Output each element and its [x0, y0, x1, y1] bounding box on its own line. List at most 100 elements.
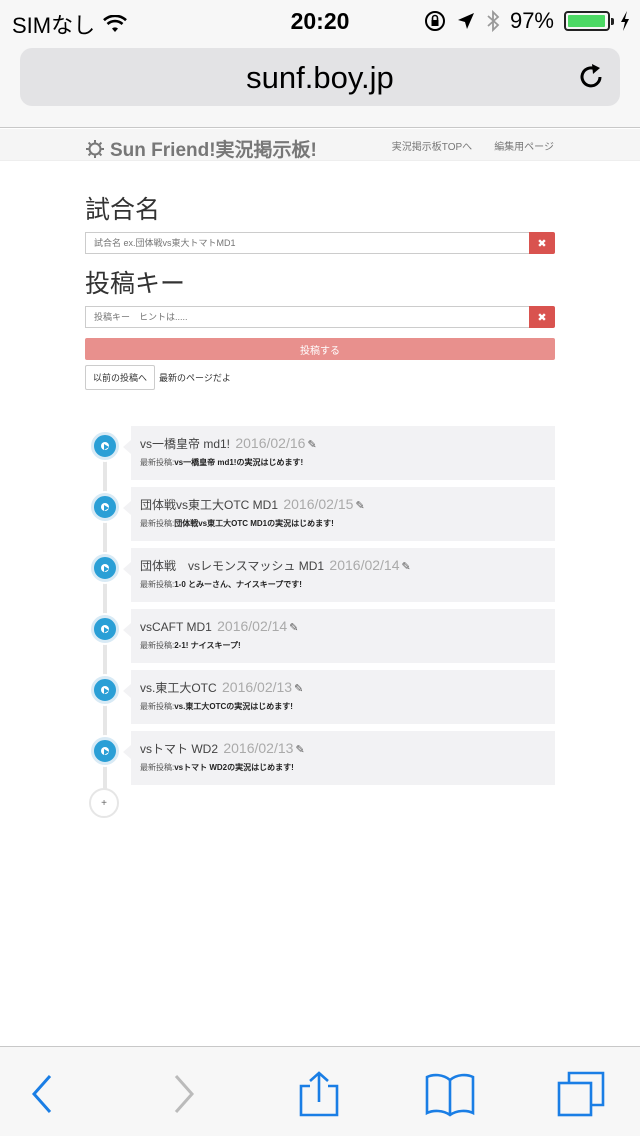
timeline-title-row: vs.東工大OTC 2016/02/13 ✎ — [140, 679, 303, 696]
timeline-card[interactable]: 団体戦vs東工大OTC MD1 2016/02/15 ✎ 最新投稿:団体戦vs東工大… — [123, 487, 555, 541]
edit-icon[interactable]: ✎ — [355, 500, 364, 512]
browser-toolbar — [0, 1046, 640, 1136]
match-date: 2016/02/13 — [223, 740, 294, 756]
timeline-item[interactable]: vsトマト WD2 2016/02/13 ✎ 最新投稿:vsトマト WD2の実況はじ… — [85, 731, 555, 791]
play-circle-icon[interactable] — [91, 615, 119, 643]
match-date: 2016/02/15 — [283, 496, 354, 512]
timeline-item[interactable]: 団体戦vs東工大OTC MD1 2016/02/15 ✎ 最新投稿:団体戦vs東工大… — [85, 487, 555, 547]
match-date: 2016/02/13 — [222, 679, 293, 695]
battery-percent: 97% — [509, 8, 554, 33]
latest-post-prefix: 最新投稿: — [140, 458, 175, 467]
share-icon[interactable] — [294, 1071, 344, 1117]
timeline-card[interactable]: vs.東工大OTC 2016/02/13 ✎ 最新投稿:vs.東工大OTCの実況はじ… — [123, 670, 555, 724]
post-key-clear-button[interactable]: ✖ — [529, 306, 555, 328]
play-arrow-icon — [104, 627, 109, 633]
location-icon — [457, 13, 474, 29]
match-title[interactable]: 団体戦vs東工大OTC MD1 — [140, 498, 278, 512]
edit-icon[interactable]: ✎ — [402, 561, 411, 573]
match-title[interactable]: vs一橋皇帝 md1! — [140, 437, 230, 451]
play-arrow-icon — [104, 505, 109, 511]
latest-post-text: vs一橋皇帝 md1!の実況はじめます! — [174, 458, 304, 467]
post-key-input[interactable] — [85, 306, 529, 328]
nav-link-edit[interactable]: 編集用ページ — [494, 138, 554, 153]
play-circle-icon[interactable] — [91, 432, 119, 460]
latest-post: 最新投稿:団体戦vs東工大OTC MD1の実況はじめます! — [140, 518, 334, 529]
url-text[interactable]: sunf.boy.jp — [20, 60, 620, 96]
edit-icon[interactable]: ✎ — [294, 683, 303, 695]
post-key-group: ✖ — [85, 306, 555, 328]
edit-icon[interactable]: ✎ — [289, 622, 298, 634]
play-arrow-icon — [104, 444, 109, 450]
latest-post-text: 2-1! ナイスキープ! — [174, 641, 241, 650]
post-key-label: 投稿キー — [85, 270, 186, 298]
latest-post: 最新投稿:vs.東工大OTCの実況はじめます! — [140, 701, 293, 712]
pager: 以前の投稿へ 最新のページだよ — [85, 365, 555, 390]
match-name-label: 試合名 — [85, 196, 161, 224]
post-form: 試合名 ✖ 投稿キー ✖ 投稿する 以前の投稿へ 最新のページだよ — [85, 190, 555, 390]
play-circle-icon[interactable] — [91, 493, 119, 521]
latest-post-text: vsトマト WD2の実況はじめます! — [174, 763, 294, 772]
timeline-title-row: 団体戦 vsレモンスマッシュ MD1 2016/02/14 ✎ — [140, 557, 411, 574]
latest-post-text: 団体戦vs東工大OTC MD1の実況はじめます! — [174, 519, 334, 528]
browser-chrome: sunf.boy.jp — [0, 40, 640, 128]
latest-post: 最新投稿:vsトマト WD2の実況はじめます! — [140, 762, 294, 773]
play-arrow-icon — [104, 749, 109, 755]
battery-icon — [564, 11, 614, 31]
post-button[interactable]: 投稿する — [85, 338, 555, 360]
status-bar: SIMなし 20:20 97% — [0, 0, 640, 40]
latest-post-prefix: 最新投稿: — [140, 580, 175, 589]
match-title[interactable]: 団体戦 vsレモンスマッシュ MD1 — [140, 559, 324, 573]
play-arrow-icon — [104, 688, 109, 694]
match-date: 2016/02/14 — [217, 618, 288, 634]
timeline-card[interactable]: vsトマト WD2 2016/02/13 ✎ 最新投稿:vsトマト WD2の実況はじ… — [123, 731, 555, 785]
latest-post-prefix: 最新投稿: — [140, 641, 175, 650]
timeline-item[interactable]: vs一橋皇帝 md1! 2016/02/16 ✎ 最新投稿:vs一橋皇帝 md1!の… — [85, 426, 555, 486]
match-name-group: ✖ — [85, 232, 555, 254]
site-header: Sun Friend!実況掲示板! 実況掲示板TOPへ 編集用ページ — [0, 129, 640, 161]
match-name-input[interactable] — [85, 232, 529, 254]
timeline-card[interactable]: vs一橋皇帝 md1! 2016/02/16 ✎ 最新投稿:vs一橋皇帝 md1!の… — [123, 426, 555, 480]
timeline-title-row: vs一橋皇帝 md1! 2016/02/16 ✎ — [140, 435, 317, 452]
tabs-icon[interactable] — [556, 1071, 606, 1117]
edit-icon[interactable]: ✎ — [295, 744, 304, 756]
add-timeline-button[interactable]: + — [89, 788, 119, 818]
match-date: 2016/02/14 — [329, 557, 400, 573]
match-title[interactable]: vsトマト WD2 — [140, 742, 218, 756]
match-title[interactable]: vs.東工大OTC — [140, 681, 217, 695]
forward-icon[interactable] — [158, 1071, 208, 1117]
latest-post-prefix: 最新投稿: — [140, 702, 175, 711]
site-title: Sun Friend!実況掲示板! — [110, 140, 317, 161]
status-right: 97% — [424, 8, 630, 34]
timeline-card[interactable]: vsCAFT MD1 2016/02/14 ✎ 最新投稿:2-1! ナイスキープ! — [123, 609, 555, 663]
latest-post-prefix: 最新投稿: — [140, 763, 175, 772]
edit-icon[interactable]: ✎ — [307, 439, 316, 451]
latest-post: 最新投稿:2-1! ナイスキープ! — [140, 640, 241, 651]
latest-post-text: vs.東工大OTCの実況はじめます! — [174, 702, 293, 711]
play-circle-icon[interactable] — [91, 737, 119, 765]
previous-posts-button[interactable]: 以前の投稿へ — [85, 365, 156, 390]
timeline-item[interactable]: vs.東工大OTC 2016/02/13 ✎ 最新投稿:vs.東工大OTCの実況はじ… — [85, 670, 555, 730]
bookmarks-icon[interactable] — [425, 1071, 475, 1117]
latest-page-note: 最新のページだよ — [159, 373, 231, 383]
timeline-card[interactable]: 団体戦 vsレモンスマッシュ MD1 2016/02/14 ✎ 最新投稿:1-0 と… — [123, 548, 555, 602]
match-title[interactable]: vsCAFT MD1 — [140, 620, 212, 634]
site-nav: 実況掲示板TOPへ 編集用ページ — [392, 138, 554, 153]
address-bar[interactable]: sunf.boy.jp — [20, 48, 620, 106]
site-logo[interactable]: Sun Friend!実況掲示板! — [86, 135, 317, 162]
sun-icon — [86, 139, 104, 158]
play-circle-icon[interactable] — [91, 676, 119, 704]
play-arrow-icon — [104, 566, 109, 572]
match-name-clear-button[interactable]: ✖ — [529, 232, 555, 254]
timeline-title-row: 団体戦vs東工大OTC MD1 2016/02/15 ✎ — [140, 496, 365, 513]
back-icon[interactable] — [20, 1071, 70, 1117]
timeline-item[interactable]: 団体戦 vsレモンスマッシュ MD1 2016/02/14 ✎ 最新投稿:1-0 と… — [85, 548, 555, 608]
nav-link-top[interactable]: 実況掲示板TOPへ — [392, 138, 472, 153]
bluetooth-icon — [487, 9, 500, 33]
latest-post-prefix: 最新投稿: — [140, 519, 175, 528]
timeline-title-row: vsCAFT MD1 2016/02/14 ✎ — [140, 618, 298, 634]
play-circle-icon[interactable] — [91, 554, 119, 582]
reload-icon[interactable] — [576, 62, 606, 92]
timeline-item[interactable]: vsCAFT MD1 2016/02/14 ✎ 最新投稿:2-1! ナイスキープ! — [85, 609, 555, 669]
timeline-title-row: vsトマト WD2 2016/02/13 ✎ — [140, 740, 305, 757]
rotation-lock-icon — [424, 11, 445, 31]
